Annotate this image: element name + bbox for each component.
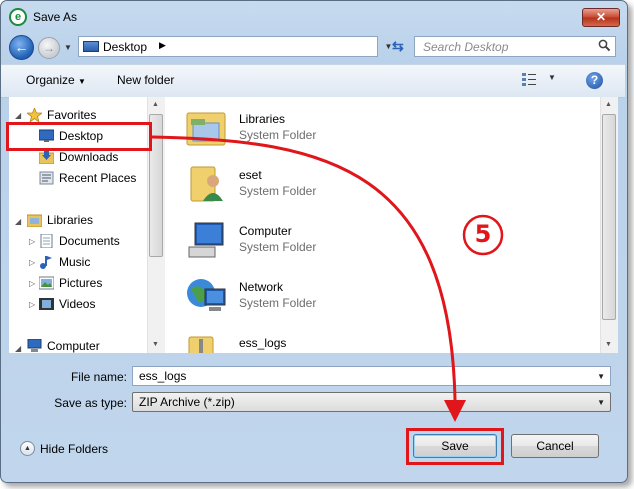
scroll-up-icon[interactable]: ▲ <box>605 101 612 108</box>
chevron-down-icon[interactable]: ▼ <box>597 372 605 381</box>
save-highlight-box <box>406 428 504 465</box>
expanded-arrow-icon[interactable]: ◢ <box>15 344 21 353</box>
nav-item-label: Pictures <box>59 276 103 290</box>
file-name-field[interactable]: ess_logs ▼ <box>132 366 611 386</box>
desktop-icon <box>83 41 99 52</box>
recent-pages-dropdown-icon[interactable]: ▼ <box>64 43 72 52</box>
address-bar[interactable]: Desktop ▶ <box>78 36 378 57</box>
file-name: Libraries <box>239 112 286 126</box>
view-options-dropdown-icon[interactable]: ▼ <box>548 73 556 82</box>
nav-libraries-label: Libraries <box>47 213 94 227</box>
search-icon[interactable] <box>598 39 611 55</box>
organize-button[interactable]: Organize ▼ <box>26 73 86 87</box>
pictures-icon <box>38 276 55 290</box>
downloads-folder-icon <box>38 150 55 165</box>
new-folder-button[interactable]: New folder <box>117 73 174 87</box>
file-name-value[interactable]: ess_logs <box>139 369 186 383</box>
organize-label: Organize <box>26 73 75 87</box>
network-icon <box>185 277 227 315</box>
nav-item-label: Documents <box>59 234 120 248</box>
file-name: Network <box>239 280 284 294</box>
scroll-down-icon[interactable]: ▼ <box>605 341 612 348</box>
file-name: eset <box>239 168 262 182</box>
list-item[interactable]: ess_logs <box>185 327 485 353</box>
forward-button[interactable]: → <box>38 37 60 59</box>
back-button[interactable]: ← <box>9 35 34 60</box>
chevron-down-icon[interactable]: ▼ <box>597 398 605 407</box>
breadcrumb-arrow-icon[interactable]: ▶ <box>159 40 166 51</box>
documents-icon <box>39 233 54 249</box>
cancel-button[interactable]: Cancel <box>511 434 599 458</box>
nav-item-label: Music <box>59 255 91 269</box>
list-item[interactable]: Computer System Folder <box>185 215 485 265</box>
chevron-down-icon: ▼ <box>78 77 86 86</box>
nav-item-label: Videos <box>59 297 96 311</box>
save-as-type-label: Save as type: <box>54 396 127 410</box>
file-name: ess_logs <box>239 336 287 350</box>
recent-places-icon <box>39 171 54 185</box>
file-type: System Folder <box>239 240 317 254</box>
window-title: Save As <box>33 10 78 24</box>
zip-folder-icon <box>185 333 227 353</box>
step-number-badge: 5 <box>461 213 505 257</box>
scroll-up-icon[interactable]: ▲ <box>152 101 159 108</box>
expanded-arrow-icon[interactable]: ◢ <box>15 217 21 226</box>
collapsed-arrow-icon[interactable]: ▷ <box>29 279 35 288</box>
user-folder-icon <box>185 165 227 203</box>
app-icon: e <box>9 8 27 26</box>
collapsed-arrow-icon[interactable]: ▷ <box>29 258 35 267</box>
list-item[interactable]: Libraries System Folder <box>185 103 485 153</box>
libraries-icon <box>185 109 227 147</box>
hide-folders-label: Hide Folders <box>40 442 109 456</box>
title-bar: e Save As ✕ <box>1 1 627 33</box>
list-item[interactable]: eset System Folder <box>185 159 485 209</box>
step-number: 5 <box>474 220 492 248</box>
file-type: System Folder <box>239 128 317 142</box>
file-name-label: File name: <box>70 370 127 384</box>
computer-icon <box>27 338 42 353</box>
change-view-icon[interactable] <box>522 73 536 86</box>
music-icon <box>39 255 54 269</box>
libraries-icon <box>26 213 43 228</box>
scroll-down-icon[interactable]: ▼ <box>152 341 159 348</box>
videos-icon <box>39 297 54 311</box>
file-name: Computer <box>239 224 292 238</box>
list-item[interactable]: Network System Folder <box>185 271 485 321</box>
save-as-type-select[interactable]: ZIP Archive (*.zip) ▼ <box>132 392 611 412</box>
address-location[interactable]: Desktop <box>103 40 147 54</box>
file-scroll-thumb[interactable] <box>602 114 616 320</box>
desktop-highlight-box <box>6 122 152 151</box>
file-list: Libraries System Folder eset System Fold… <box>165 97 617 353</box>
chevron-up-icon: ▲ <box>20 441 35 456</box>
file-type: System Folder <box>239 184 317 198</box>
close-button[interactable]: ✕ <box>582 8 620 27</box>
command-toolbar: Organize ▼ New folder ▼ ? <box>1 64 625 98</box>
file-list-scrollbar[interactable]: ▲ ▼ <box>600 97 618 353</box>
save-as-type-value: ZIP Archive (*.zip) <box>139 395 235 409</box>
collapsed-arrow-icon[interactable]: ▷ <box>29 300 35 309</box>
star-icon <box>25 106 44 124</box>
refresh-icon[interactable]: ⇆ <box>392 38 404 55</box>
search-input[interactable]: Search Desktop <box>414 36 616 57</box>
expanded-arrow-icon[interactable]: ◢ <box>15 111 21 120</box>
file-type: System Folder <box>239 296 317 310</box>
help-icon[interactable]: ? <box>586 72 603 89</box>
computer-icon <box>185 221 227 259</box>
collapsed-arrow-icon[interactable]: ▷ <box>29 237 35 246</box>
nav-computer-label: Computer <box>47 339 100 353</box>
search-placeholder: Search Desktop <box>423 40 509 54</box>
nav-item-label: Recent Places <box>59 171 137 185</box>
